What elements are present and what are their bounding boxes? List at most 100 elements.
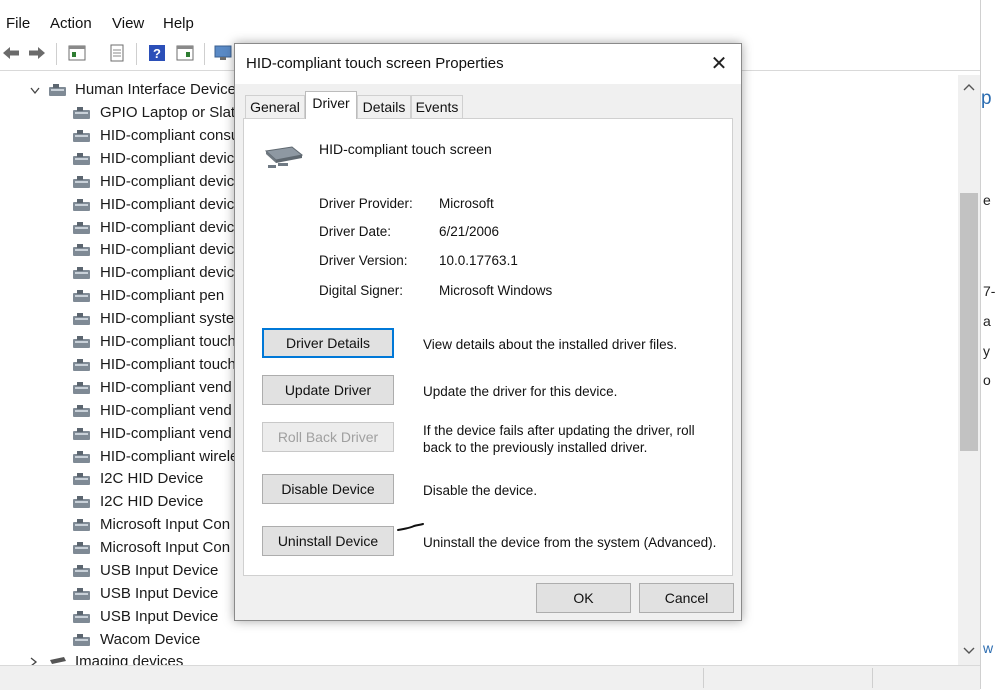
hid-device-icon (73, 427, 90, 440)
roll-back-driver-description: If the device fails after updating the d… (423, 423, 695, 455)
driver-provider-label: Driver Provider: (319, 196, 413, 211)
tree-item-label: USB Input Device (100, 607, 219, 625)
tree-category-label: Human Interface Devices (75, 81, 244, 98)
tree-item-label: Microsoft Input Con (100, 539, 231, 557)
chevron-down-icon[interactable] (30, 87, 40, 95)
tree-item-label: Wacom Device (100, 630, 201, 648)
hid-device-icon (73, 221, 90, 234)
vertical-scrollbar[interactable] (958, 75, 980, 665)
tab-details[interactable]: Details (357, 95, 411, 118)
disable-device-button[interactable]: Disable Device (262, 474, 394, 504)
hid-device-icon (73, 496, 90, 509)
hid-device-icon (73, 610, 90, 623)
clipped-text: a (983, 313, 991, 329)
hid-device-icon (49, 84, 66, 96)
scroll-up-icon[interactable] (963, 83, 975, 91)
back-arrow-icon[interactable] (2, 44, 20, 62)
update-driver-description: Update the driver for this device. (423, 384, 618, 399)
menu-view[interactable]: View (112, 15, 144, 32)
touch-screen-device-icon (264, 146, 304, 168)
hid-device-icon (73, 519, 90, 532)
roll-back-driver-button[interactable]: Roll Back Driver (262, 422, 394, 452)
scroll-down-icon[interactable] (963, 647, 975, 655)
driver-date-value: 6/21/2006 (439, 224, 500, 239)
monitor-icon[interactable] (214, 44, 232, 62)
tree-item-label: I2C HID Device (100, 493, 204, 511)
hid-device-icon (73, 107, 90, 119)
tree-item-label: USB Input Device (100, 584, 219, 602)
hid-device-icon (73, 129, 90, 142)
clipped-link: w (983, 640, 994, 656)
digital-signer-value: Microsoft Windows (439, 283, 553, 298)
hid-device-icon (73, 336, 90, 348)
uninstall-device-description: Uninstall the device from the system (Ad… (423, 535, 717, 550)
close-button[interactable]: ✕ (705, 50, 733, 78)
hid-device-icon (73, 290, 90, 303)
scrollbar-thumb[interactable] (960, 193, 978, 451)
tree-item-label: Microsoft Input Con (100, 516, 231, 534)
menu-help[interactable]: Help (163, 15, 194, 32)
tree-item-label: HID-compliant vend (100, 401, 232, 419)
driver-details-description: View details about the installed driver … (423, 337, 678, 352)
tree-item-label: HID-compliant devic (100, 195, 235, 213)
driver-details-button[interactable]: Driver Details (262, 328, 394, 358)
chevron-right-icon[interactable] (30, 657, 38, 665)
tab-driver[interactable]: Driver (305, 91, 357, 119)
tree-item-label: HID-compliant devic (100, 218, 235, 236)
hid-device-icon (73, 450, 90, 463)
tree-item-label: USB Input Device (100, 562, 219, 579)
background-window-edge: p e 7- a y o w (980, 0, 999, 689)
hid-device-icon (73, 313, 90, 326)
hid-device-icon (73, 175, 90, 188)
clipped-text: y (983, 343, 990, 359)
uninstall-device-button[interactable]: Uninstall Device (262, 526, 394, 556)
tree-item-label: HID-compliant consu (100, 126, 240, 144)
driver-version-label: Driver Version: (319, 253, 408, 268)
tab-general[interactable]: General (245, 95, 305, 118)
tree-item-label: HID-compliant wirele (100, 447, 239, 465)
hid-device-icon (73, 633, 90, 646)
ok-button[interactable]: OK (536, 583, 631, 613)
hid-device-icon (73, 542, 90, 555)
forward-arrow-icon[interactable] (28, 44, 46, 62)
properties-dialog: HID-compliant touch screen Properties ✕ … (234, 43, 742, 621)
clipped-text: 7- (983, 283, 996, 299)
menu-file[interactable]: File (6, 15, 30, 32)
tree-item-label: HID-compliant touch (100, 333, 236, 350)
tree-item-label: HID-compliant devic (100, 241, 235, 259)
tree-item-label: HID-compliant touch (100, 355, 236, 373)
hid-device-icon (73, 473, 90, 486)
cancel-button[interactable]: Cancel (639, 583, 734, 613)
driver-version-value: 10.0.17763.1 (439, 253, 518, 268)
tree-item-label: GPIO Laptop or Slate (100, 104, 244, 121)
tree-item-label: HID-compliant vend (100, 378, 232, 396)
device-name: HID-compliant touch screen (319, 141, 492, 157)
tree-item-label: HID-compliant devic (100, 149, 235, 167)
disable-device-description: Disable the device. (423, 483, 538, 498)
close-icon: ✕ (710, 53, 728, 75)
update-driver-button[interactable]: Update Driver (262, 375, 394, 405)
hid-device-icon (73, 358, 90, 371)
document-icon[interactable] (108, 44, 126, 62)
menu-action[interactable]: Action (50, 15, 92, 32)
dialog-titlebar[interactable]: HID-compliant touch screen Properties ✕ (235, 44, 741, 84)
clipped-heading: p (981, 88, 992, 109)
digital-signer-label: Digital Signer: (319, 283, 404, 298)
hid-device-icon (73, 267, 90, 280)
properties-view-icon[interactable] (68, 44, 86, 62)
hid-device-icon (73, 587, 90, 600)
tree-category-label: Imaging devices (75, 653, 184, 665)
status-bar (0, 665, 980, 690)
tree-item-label: HID-compliant devic (100, 172, 235, 190)
tree-item-label: I2C HID Device (100, 470, 204, 488)
camera-icon (50, 657, 66, 664)
hid-device-icon (73, 198, 90, 211)
dialog-title: HID-compliant touch screen Properties (246, 55, 504, 72)
hid-device-icon (73, 565, 90, 577)
window-view-icon[interactable] (176, 44, 194, 62)
tab-events[interactable]: Events (411, 95, 463, 118)
tree-item-label: HID-compliant devic (100, 264, 235, 282)
tree-item-label: HID-compliant syste (100, 310, 235, 328)
help-icon[interactable]: ? (148, 44, 166, 62)
clipped-text: o (983, 372, 991, 388)
